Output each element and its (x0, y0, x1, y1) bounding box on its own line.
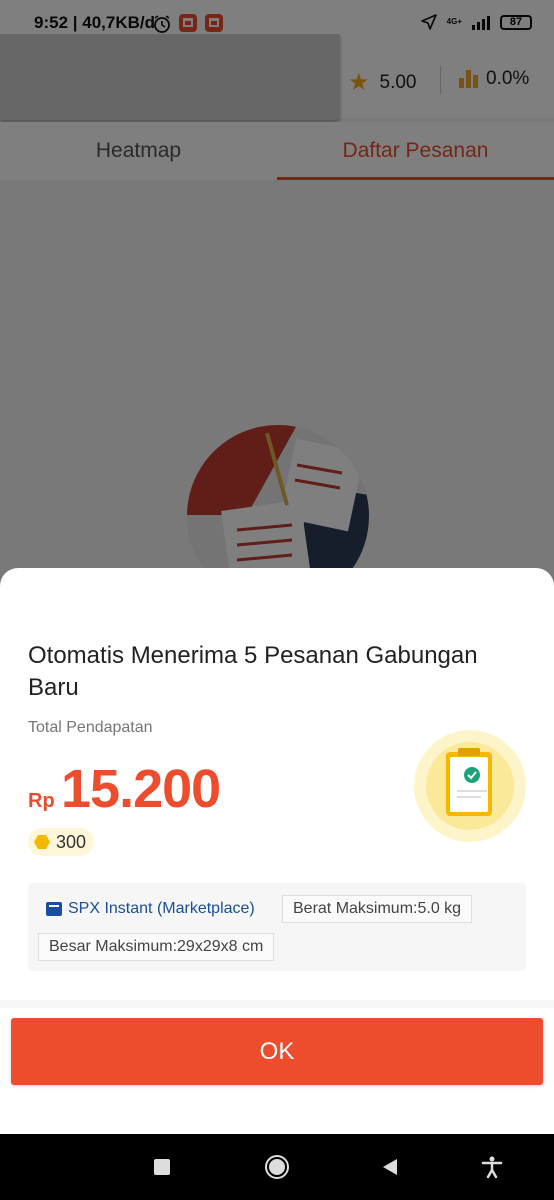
bottom-sheet: Otomatis Menerima 5 Pesanan Gabungan Bar… (0, 568, 554, 1134)
circle-icon[interactable] (264, 1154, 290, 1180)
order-info-box: SPX Instant (Marketplace) Berat Maksimum… (28, 883, 526, 971)
service-chip: SPX Instant (Marketplace) (36, 895, 265, 923)
income-label: Total Pendapatan (28, 719, 153, 736)
navigation-bar (0, 1134, 554, 1200)
coin-icon (34, 835, 50, 849)
max-weight-chip: Berat Maksimum:5.0 kg (282, 895, 473, 923)
income-amount: 15.200 (61, 759, 221, 819)
currency-label: Rp (28, 790, 55, 812)
sheet-title: Otomatis Menerima 5 Pesanan Gabungan Bar… (28, 642, 478, 701)
divider (0, 1000, 554, 1008)
accessibility-icon[interactable] (479, 1154, 505, 1180)
clipboard-check-icon (414, 730, 526, 842)
coin-badge: 300 (28, 828, 95, 856)
service-label: SPX Instant (Marketplace) (68, 900, 255, 917)
max-size-chip: Besar Maksimum:29x29x8 cm (38, 933, 275, 961)
truck-icon (46, 902, 62, 916)
ok-button[interactable]: OK (11, 1018, 543, 1085)
back-triangle-icon[interactable] (377, 1154, 403, 1180)
coin-value: 300 (56, 831, 87, 852)
square-icon[interactable] (149, 1154, 175, 1180)
